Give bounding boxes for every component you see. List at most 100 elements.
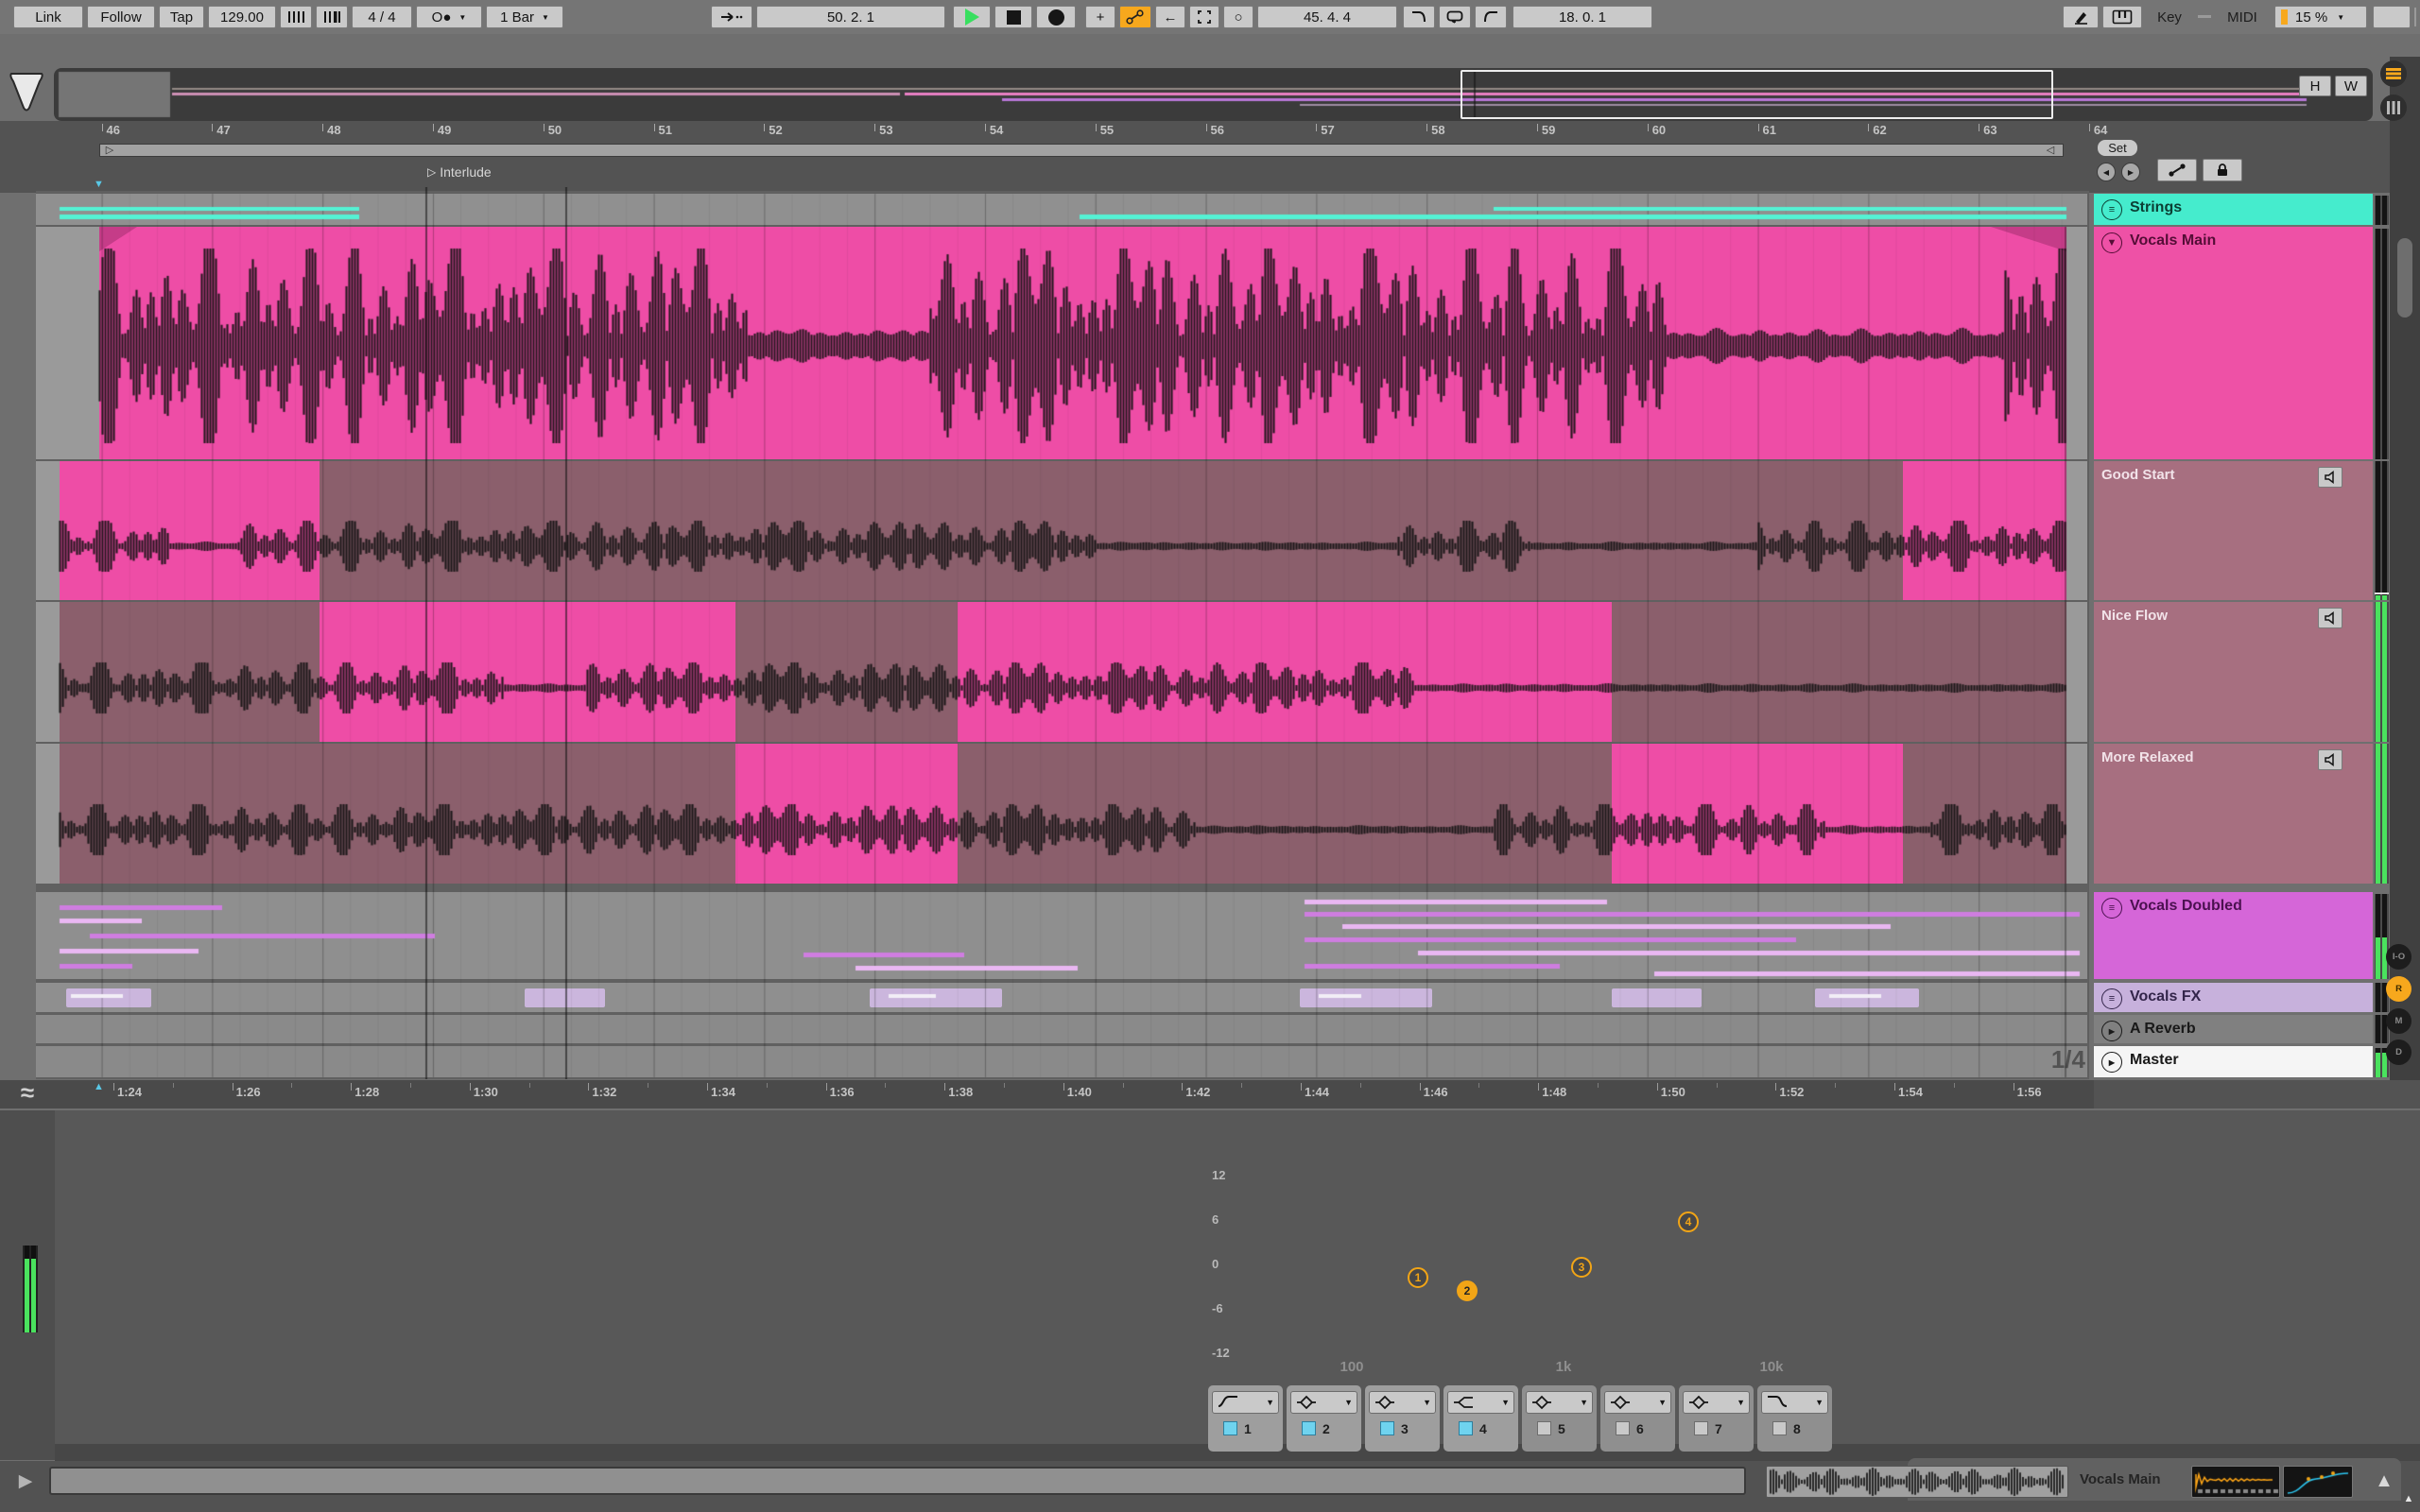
bar-ruler-number[interactable]: 62 [1873,123,1929,138]
arrangement-view-toggle[interactable] [2380,60,2407,87]
more-relaxed-lane[interactable] [958,744,1612,884]
track-header-vocals-main[interactable]: ▼ Vocals Main [2094,227,2373,459]
track-header-vocals-fx[interactable]: ≡ Vocals FX [2094,983,2373,1012]
midi-map-button[interactable]: MIDI [2216,6,2269,28]
device-view-collapse-button[interactable]: ▲ [2367,1466,2401,1496]
scroll-follow-toggle[interactable]: ≈ [8,1077,47,1108]
status-play-icon[interactable]: ▶ [13,1469,38,1493]
bar-ruler-number[interactable]: 51 [659,123,716,138]
vocals-fx-clip[interactable] [66,988,151,1007]
record-button[interactable] [1036,6,1076,28]
solo-button[interactable]: D [2386,1040,2411,1065]
corner-pullup-icon[interactable]: ▲ [2401,1491,2416,1506]
arm-button[interactable]: R [2386,976,2411,1002]
vocals-fx-clip[interactable] [1815,988,1919,1007]
punch-in-button[interactable] [1403,6,1435,28]
re-enable-automation-button[interactable]: ← [1155,6,1185,28]
nice-flow-lane[interactable] [735,602,958,742]
eq-band-filter-select[interactable]: ▼ [1447,1391,1514,1414]
automation-arm-button[interactable] [1119,6,1151,28]
track-header-more-relaxed[interactable]: More Relaxed [2094,744,2373,884]
draw-mode-box-button[interactable] [1189,6,1219,28]
track-list-icon[interactable]: ≡ [2101,898,2122,919]
eq-band-node-2[interactable]: 2 [1457,1280,1478,1301]
device-thumbnail-eq-eight[interactable] [2283,1466,2353,1498]
eq-band-filter-select[interactable]: ▼ [1761,1391,1828,1414]
more-relaxed-lane[interactable] [1903,744,2066,884]
eq-band-filter-select[interactable]: ▼ [1683,1391,1750,1414]
loop-brace[interactable] [99,144,2064,157]
take-lane-audition-button[interactable] [2318,608,2342,628]
eq-band-node-4[interactable]: 4 [1678,1211,1699,1232]
zoom-to-width-button[interactable]: W [2335,76,2367,96]
tap-tempo-button[interactable]: Tap [159,6,204,28]
eq-band-filter-select[interactable]: ▼ [1290,1391,1357,1414]
a-reverb-lane[interactable] [36,1015,2087,1043]
bar-ruler-number[interactable]: 57 [1321,123,1377,138]
eq-band-enable-checkbox[interactable] [1302,1421,1316,1435]
overview-view-rectangle[interactable] [1461,70,2053,119]
good-start-lane[interactable] [320,461,1903,600]
take-lane-audition-button[interactable] [2318,749,2342,770]
time-ruler-label[interactable]: 1:38 [948,1085,1001,1100]
loop-start-display[interactable]: 45. 4. 4 [1257,6,1397,28]
track-fold-icon[interactable]: ▶ [2101,1021,2122,1041]
track-header-strings[interactable]: ≡ Strings [2094,194,2373,225]
vocals-fx-clip[interactable] [870,988,1002,1007]
time-ruler-label[interactable]: 1:40 [1067,1085,1120,1100]
eq-band-enable-checkbox[interactable] [1537,1421,1551,1435]
stop-button[interactable] [994,6,1032,28]
nice-flow-lane[interactable] [60,602,320,742]
computer-midi-keyboard-button[interactable] [2102,6,2142,28]
vocals-fx-clip[interactable] [525,988,605,1007]
time-ruler-label[interactable]: 1:28 [354,1085,407,1100]
clip-overview-thumbnail[interactable] [1766,1466,2068,1498]
time-ruler-label[interactable]: 1:34 [711,1085,764,1100]
back-to-arrangement-triangle[interactable] [6,68,47,117]
locator-interlude[interactable]: ▷ Interlude [427,163,560,181]
metronome-count-in-button[interactable] [280,6,312,28]
bar-ruler-number[interactable]: 54 [990,123,1046,138]
key-map-button[interactable]: Key [2146,6,2193,28]
eq-band-enable-checkbox[interactable] [1459,1421,1473,1435]
bar-ruler-number[interactable]: 56 [1211,123,1268,138]
eq-band-filter-select[interactable]: ▼ [1604,1391,1671,1414]
punch-out-button[interactable] [1475,6,1507,28]
good-start-lane-clip[interactable] [1903,461,2066,600]
eq-band-enable-checkbox[interactable] [1772,1421,1787,1435]
eq-band-filter-select[interactable]: ▼ [1526,1391,1593,1414]
bar-ruler-number[interactable]: 47 [216,123,273,138]
play-button[interactable] [953,6,991,28]
overview-scrollbar-thumb[interactable] [2397,238,2412,318]
groove-amount-select[interactable]: O● ▼ [416,6,482,28]
more-relaxed-lane-clip[interactable] [735,744,958,884]
good-start-lane-clip[interactable] [60,461,320,600]
eq-band-enable-checkbox[interactable] [1694,1421,1708,1435]
vocals-doubled-lane[interactable] [36,892,2087,979]
track-header-vocals-doubled[interactable]: ≡ Vocals Doubled [2094,892,2373,979]
time-ruler-label[interactable]: 1:30 [474,1085,527,1100]
bar-ruler-number[interactable]: 49 [438,123,494,138]
info-status-field[interactable] [49,1467,1746,1495]
time-ruler-label[interactable]: 1:32 [592,1085,645,1100]
track-fold-icon[interactable]: ▶ [2101,1052,2122,1073]
vocals-fx-clip[interactable] [1300,988,1432,1007]
arrangement-position-display[interactable]: 50. 2. 1 [756,6,945,28]
set-locator-button[interactable]: Set [2097,139,2138,157]
zoom-to-height-button[interactable]: H [2299,76,2331,96]
device-thumbnail-hybrid-reverb[interactable] [2191,1466,2280,1498]
eq-band-enable-checkbox[interactable] [1380,1421,1394,1435]
bar-ruler-number[interactable]: 53 [879,123,936,138]
time-ruler-label[interactable]: 1:42 [1185,1085,1238,1100]
bar-ruler-number[interactable]: 58 [1431,123,1488,138]
vocals-main-lane-clip[interactable] [99,227,2066,459]
eq-band-enable-checkbox[interactable] [1223,1421,1237,1435]
eq-band-filter-select[interactable]: ▼ [1212,1391,1279,1414]
eq-band-node-3[interactable]: 3 [1571,1257,1592,1278]
track-header-good-start[interactable]: Good Start [2094,461,2373,600]
take-lane-audition-button[interactable] [2318,467,2342,488]
nice-flow-lane[interactable] [1612,602,2066,742]
time-ruler-label[interactable]: 1:50 [1661,1085,1714,1100]
more-relaxed-lane[interactable] [60,744,735,884]
bar-ruler-number[interactable]: 60 [1652,123,1709,138]
